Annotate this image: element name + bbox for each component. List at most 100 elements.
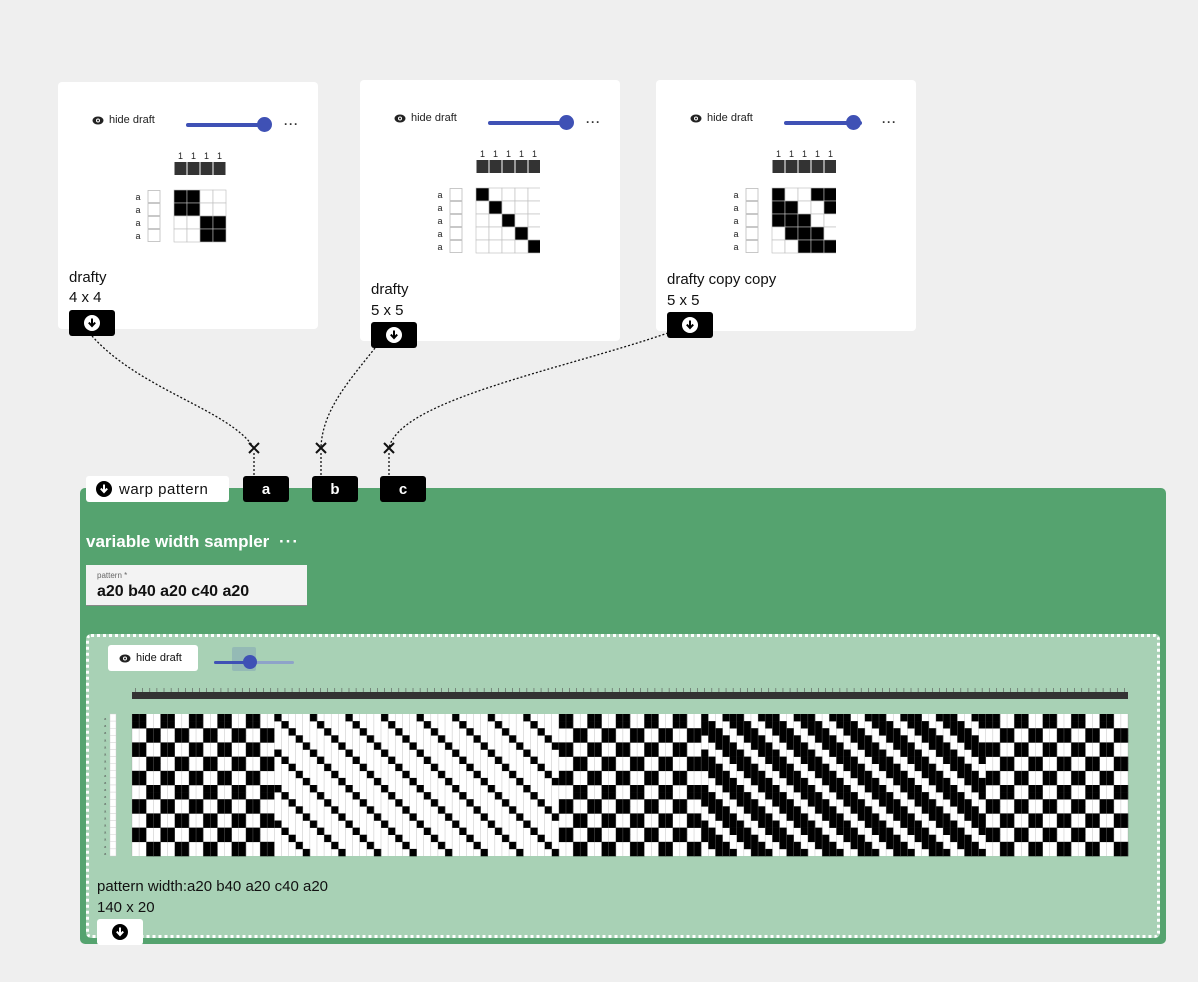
drawdown-cell: [822, 777, 830, 786]
draft-cell: [784, 226, 799, 241]
drawdown-cell: [1049, 749, 1058, 757]
drawdown-cell: [196, 742, 204, 750]
drawdown-cell: [1056, 735, 1065, 743]
draft-menu-button[interactable]: ···: [586, 115, 601, 129]
drawdown-cell: [260, 756, 268, 764]
drawdown-cell: [978, 742, 987, 750]
drawdown-cell: [964, 728, 972, 736]
drawdown-cell: [615, 799, 624, 807]
pattern-field-value[interactable]: a20 b40 a20 c40 a20: [97, 583, 249, 601]
drawdown-cell: [665, 728, 673, 736]
draft-cell: [199, 215, 214, 230]
drawdown-cell: [245, 834, 254, 843]
drawdown-cell: [288, 834, 296, 843]
drawdown-cell: [722, 813, 730, 821]
drawdown-cell: [373, 742, 382, 750]
drawdown-cell: [210, 813, 218, 821]
drawdown-cell: [935, 806, 944, 814]
drawdown-cell: [160, 799, 168, 807]
drawdown-cell: [672, 827, 681, 835]
drawdown-cell: [971, 785, 979, 793]
drawdown-cell: [672, 721, 681, 729]
draft-cell: [199, 228, 214, 243]
zoom-slider[interactable]: [488, 121, 566, 125]
zoom-slider-thumb[interactable]: [846, 115, 861, 130]
drawdown-cell: [935, 841, 944, 850]
drawdown-cell: [260, 735, 268, 743]
hide-draft-label: hide draft: [707, 112, 753, 124]
connection-copy-to-c: [388, 332, 669, 449]
drawdown-cell: [672, 777, 681, 786]
drawdown-cell: [743, 728, 752, 736]
zoom-slider-thumb[interactable]: [257, 117, 272, 132]
hide-draft-button[interactable]: hide draft: [92, 114, 155, 126]
drawdown-cell: [224, 834, 232, 843]
hide-draft-button[interactable]: hide draft: [690, 112, 753, 124]
drawdown-cell: [338, 777, 346, 786]
drawdown-cell: [857, 735, 866, 743]
drawdown-cell: [1063, 763, 1072, 772]
eye-icon: [394, 114, 406, 122]
warp-pattern-port[interactable]: warp pattern: [86, 476, 229, 502]
drawdown-cell: [203, 763, 211, 772]
row-label: a: [437, 190, 442, 200]
row-label: a: [104, 766, 107, 771]
preview-zoom-slider-thumb[interactable]: [243, 655, 257, 669]
drawdown-cell: [992, 827, 1001, 835]
draft-output-button[interactable]: [371, 322, 417, 348]
drawdown-cell: [907, 827, 915, 835]
draft-output-button[interactable]: [69, 310, 115, 336]
zoom-slider-thumb[interactable]: [559, 115, 574, 130]
drawdown-cell: [786, 806, 794, 814]
drawdown-cell: [452, 749, 460, 757]
drawdown-cell: [615, 777, 624, 786]
drawdown-cell: [260, 813, 268, 821]
drawdown-cell: [786, 728, 794, 736]
drawdown-cell: [879, 728, 887, 736]
drawdown-cell: [814, 770, 823, 779]
drawdown-cell: [921, 763, 930, 772]
drawdown-cell: [388, 827, 396, 835]
drawdown-cell: [188, 770, 197, 779]
draft-menu-button[interactable]: ···: [882, 115, 897, 129]
drawdown-cell: [1113, 848, 1122, 857]
drawdown-cell: [850, 841, 858, 850]
drawdown-cell: [758, 848, 766, 857]
draft-output-button[interactable]: [667, 312, 713, 338]
draft-cell: [771, 213, 786, 228]
input-port-b[interactable]: b: [312, 476, 358, 502]
drawdown-cell: [779, 799, 787, 807]
row-label: a: [135, 192, 140, 202]
drawdown-cell: [565, 834, 574, 843]
drawdown-cell: [850, 799, 858, 807]
drawdown-cell: [188, 742, 197, 750]
pattern-field[interactable]: pattern * a20 b40 a20 c40 a20: [86, 565, 307, 606]
preview-hide-draft-button[interactable]: hide draft: [108, 645, 198, 671]
header-label: 1: [815, 149, 820, 159]
drawdown-cell: [181, 792, 190, 800]
draft-cell: [527, 213, 540, 228]
drawdown-cell: [231, 756, 240, 764]
drawdown-cell: [274, 785, 282, 793]
operation-menu-button[interactable]: ···: [279, 532, 299, 552]
draft-menu-button[interactable]: ···: [284, 117, 299, 131]
drawdown-cell: [736, 721, 745, 729]
input-port-a[interactable]: a: [243, 476, 289, 502]
input-port-c[interactable]: c: [380, 476, 426, 502]
drawdown-cell: [964, 848, 972, 857]
drawdown-cell: [1099, 721, 1107, 729]
output-download-button[interactable]: [97, 919, 143, 945]
hide-draft-button[interactable]: hide draft: [394, 112, 457, 124]
drawdown-cell: [466, 799, 474, 807]
draft-cell: [199, 189, 214, 204]
drawdown-cell: [231, 792, 240, 800]
drawdown-cell: [601, 792, 609, 800]
drawdown-cell: [1021, 777, 1029, 786]
drawdown-cell: [679, 834, 688, 843]
drawdown-cell: [132, 749, 140, 757]
drawdown-cell: [345, 714, 353, 722]
drawdown-cell: [708, 756, 716, 764]
zoom-slider[interactable]: [186, 123, 264, 127]
drawdown-cell: [267, 820, 275, 828]
drawdown-cell: [978, 848, 987, 857]
